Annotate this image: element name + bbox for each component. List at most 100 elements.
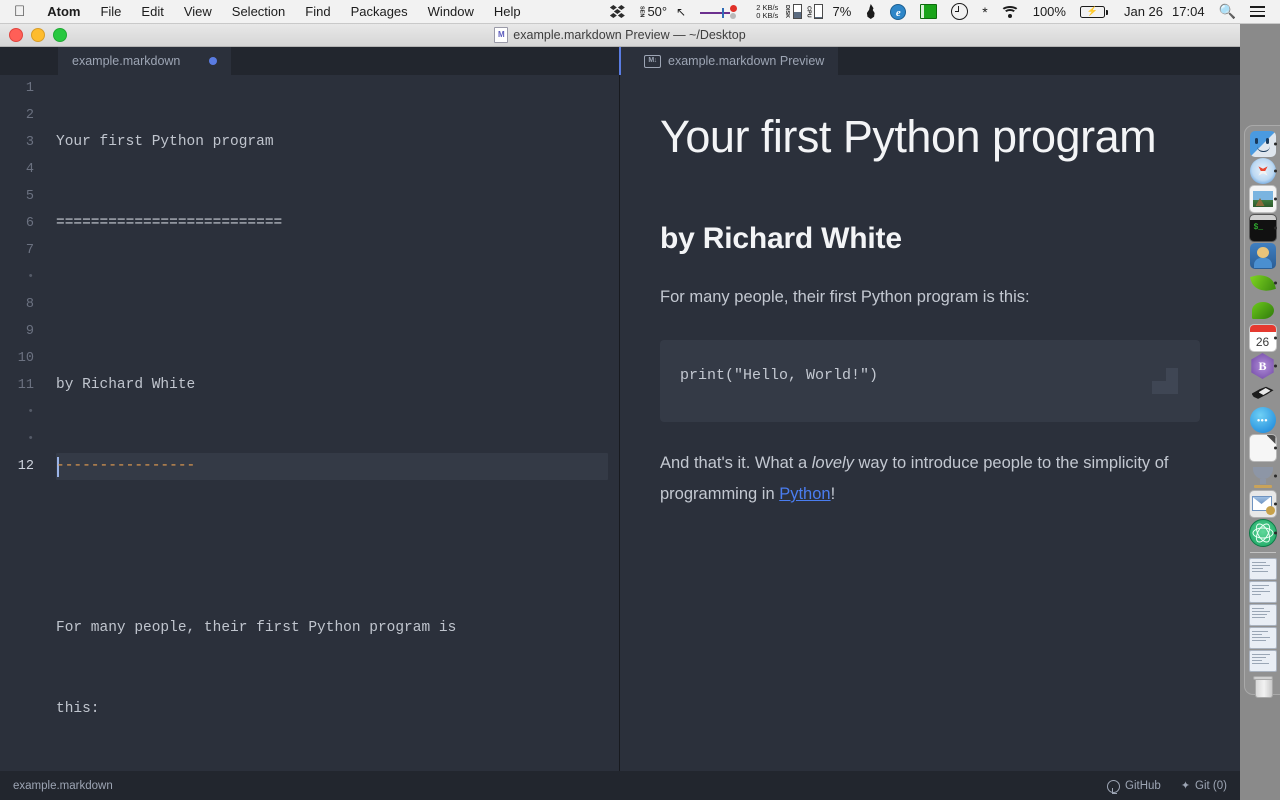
dropbox-icon[interactable] [603,0,632,24]
dock-item-leaf-app-2[interactable] [1250,297,1276,323]
network-speed-readout[interactable]: 2 KB/s 0 KB/s [749,0,782,24]
dock-item-terminal[interactable]: $_ [1248,214,1277,242]
dock-item-minimized-window-2[interactable] [1248,581,1277,603]
status-filename[interactable]: example.markdown [13,780,113,792]
menu-item-view[interactable]: View [174,0,222,24]
code-line-7b: this: [56,701,100,717]
flame-icon[interactable] [858,0,883,24]
github-octocat-icon [1107,779,1121,794]
status-github-label: GitHub [1125,780,1161,792]
window-title: example.markdown Preview — ~/Desktop [513,28,746,42]
line-number: 2 [25,108,34,123]
menu-item-atom[interactable]: Atom [37,0,90,24]
soft-wrap-marker: • [27,271,34,283]
status-git-button[interactable]: ✦ Git (0) [1181,780,1227,792]
editor-code-content[interactable]: Your first Python program ==============… [56,75,619,771]
dock-item-safari[interactable] [1249,158,1276,184]
dock-item-leaf-app[interactable] [1249,270,1276,296]
text-editor-pane[interactable]: 1 2 3 4 5 6 7 • 8 9 10 11 • • 12 Your fi… [0,75,620,771]
soft-wrap-marker: • [27,406,34,418]
tab-bar-left-empty [231,47,620,75]
dock-item-mail[interactable] [1248,490,1277,518]
dock-item-trash[interactable] [1250,673,1276,699]
dock-item-minimized-window-1[interactable] [1248,558,1277,580]
menubar-date[interactable]: Jan 26 [1112,0,1170,24]
tab-example-markdown-preview[interactable]: M↓ example.markdown Preview [620,47,839,75]
menu-item-help[interactable]: Help [484,0,531,24]
dock-item-atom[interactable] [1248,519,1277,547]
wifi-icon[interactable] [995,0,1026,24]
code-line-7a: For many people, their first Python prog… [56,620,457,636]
dock-item-minimized-window-5[interactable] [1248,650,1277,672]
dock-item-minimized-window-4[interactable] [1248,627,1277,649]
running-indicator [1273,169,1277,173]
running-indicator [1273,474,1277,478]
dock-slot [1247,581,1279,603]
code-line-5: ---------------- [56,458,196,474]
running-indicator [1273,226,1277,230]
menu-bar-status-items: SEN 50° ↗ 2 KB/s 0 KB/s DISK CPU 7% e * … [603,0,1280,23]
dock-item-messages[interactable]: ••• [1249,407,1276,433]
markdown-preview-pane[interactable]: Your first Python program by Richard Whi… [620,75,1240,771]
menu-item-find[interactable]: Find [295,0,340,24]
menu-item-window[interactable]: Window [418,0,484,24]
preview-python-link[interactable]: Python [779,485,830,503]
code-block-grip-icon [1152,367,1178,394]
menu-item-file[interactable]: File [90,0,131,24]
internet-explorer-icon[interactable]: e [883,0,913,24]
disk-label: DISK [783,4,790,19]
green-book-icon[interactable] [913,0,944,24]
tab-example-markdown[interactable]: example.markdown [58,47,232,75]
menubar-time[interactable]: 17:04 [1170,0,1212,24]
dock-item-bbedit[interactable]: B [1251,353,1274,379]
code-line-4: by Richard White [56,377,196,393]
tab-modified-indicator[interactable] [209,57,218,65]
git-branch-icon: ✦ [1180,779,1191,792]
tab-bar: example.markdown M↓ example.markdown Pre… [0,47,1240,75]
tab-bar-right-pane: M↓ example.markdown Preview [620,47,1240,75]
status-github-button[interactable]: GitHub [1107,779,1161,794]
dock-item-text-document[interactable] [1248,434,1277,462]
line-number: 11 [17,378,34,393]
editor-panes: 1 2 3 4 5 6 7 • 8 9 10 11 • • 12 Your fi… [0,75,1240,771]
dock-item-bird-app[interactable] [1250,380,1276,406]
soft-wrap-marker: • [27,433,34,445]
notification-center-icon[interactable] [1243,0,1272,24]
dock-item-finder[interactable] [1249,131,1276,157]
apple-logo-icon[interactable]:  [0,0,37,24]
weather-widget[interactable]: SEN [632,0,646,24]
menu-item-selection[interactable]: Selection [222,0,295,24]
dock-item-mortar-pestle[interactable] [1250,463,1276,489]
menu-item-edit[interactable]: Edit [131,0,173,24]
menu-bar-left:  Atom File Edit View Selection Find Pac… [0,0,531,23]
running-indicator [1273,502,1277,506]
dock-item-preview[interactable] [1248,185,1277,213]
clock-history-icon[interactable] [944,0,975,24]
tab-bar-right-empty [838,47,1240,75]
pane-split-indicator [619,47,621,75]
dock-item-minimized-window-3[interactable] [1248,604,1277,626]
markdown-badge-icon: M↓ [644,54,661,68]
battery-charging-icon[interactable]: ⚡ [1073,0,1112,24]
dock-item-calendar[interactable]: 26 [1248,324,1277,352]
code-line-2: ========================== [56,215,283,231]
dock-slot: $_ [1247,214,1279,242]
expand-arrows-icon[interactable]: ↗ [669,0,693,24]
running-indicator [1273,531,1277,535]
spotlight-search-icon[interactable]: 🔍 [1212,0,1243,24]
dock-slot [1247,243,1279,269]
status-bar-right: GitHub ✦ Git (0) [1107,779,1227,794]
tab-label: example.markdown Preview [668,54,825,68]
bluetooth-icon[interactable]: * [975,0,994,24]
dock-slot [1247,185,1279,213]
dock-item-user-profile[interactable] [1249,243,1276,269]
disk-activity-meter[interactable]: DISK [782,0,791,24]
network-graph-icon[interactable] [693,0,749,24]
markdown-document-icon: M [494,27,509,43]
dock-slot [1247,519,1279,547]
menu-item-packages[interactable]: Packages [341,0,418,24]
window-titlebar[interactable]: M example.markdown Preview — ~/Desktop [0,24,1240,47]
cpu-percent-label: 7% [832,4,852,19]
dock-slot [1247,463,1279,489]
code-line-1: Your first Python program [56,134,274,150]
